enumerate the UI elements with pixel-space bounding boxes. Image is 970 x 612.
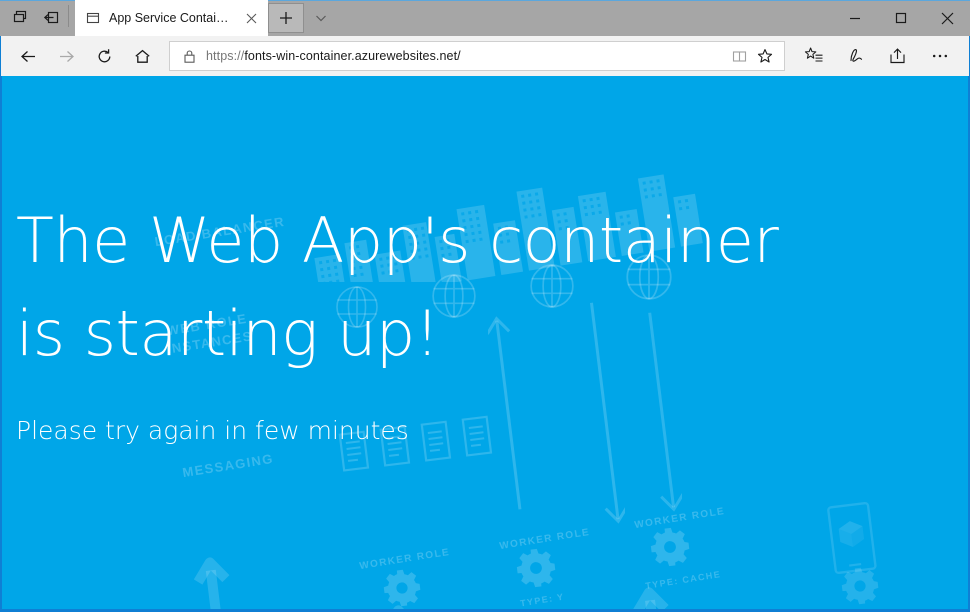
close-button[interactable]	[924, 0, 970, 36]
hero-content: The Web App's container is starting up! P…	[16, 76, 956, 609]
address-bar[interactable]: https://fonts-win-container.azurewebsite…	[169, 41, 785, 71]
share-icon[interactable]	[877, 39, 919, 73]
web-notes-icon[interactable]	[835, 39, 877, 73]
set-tabs-aside-icon[interactable]	[36, 3, 66, 33]
browser-window: App Service Container	[0, 0, 970, 612]
window-controls	[832, 0, 970, 36]
home-button[interactable]	[123, 39, 161, 73]
url-host-path: fonts-win-container.azurewebsites.net/	[244, 49, 460, 63]
reading-view-icon[interactable]	[726, 43, 752, 69]
show-set-aside-tabs-icon[interactable]	[6, 3, 36, 33]
hub-icon[interactable]	[793, 39, 835, 73]
title-bar: App Service Container	[0, 0, 970, 36]
minimize-button[interactable]	[832, 0, 878, 36]
tab-title: App Service Container	[109, 0, 232, 36]
page-viewport: LOAD BALANCER WEB ROLE INSTANCES MESSAGI…	[0, 76, 970, 612]
maximize-button[interactable]	[878, 0, 924, 36]
new-tab-button[interactable]	[268, 3, 304, 33]
tab-tools	[0, 0, 75, 36]
settings-icon[interactable]	[919, 39, 961, 73]
refresh-button[interactable]	[85, 39, 123, 73]
chevron-down-icon[interactable]	[304, 3, 338, 33]
navigation-toolbar: https://fonts-win-container.azurewebsite…	[0, 36, 970, 76]
page-heading-line1: The Web App's container	[16, 204, 778, 277]
tab-app-service-container[interactable]: App Service Container	[75, 0, 268, 36]
url-scheme: https://	[206, 49, 244, 63]
azure-container-startup-page: LOAD BALANCER WEB ROLE INSTANCES MESSAGI…	[2, 76, 968, 609]
tab-tools-divider	[68, 5, 69, 27]
page-heading: The Web App's container is starting up!	[16, 194, 956, 380]
tab-favicon-icon	[85, 10, 101, 26]
page-subtitle: Please try again in few minutes	[16, 416, 956, 445]
back-button[interactable]	[9, 39, 47, 73]
address-input[interactable]: https://fonts-win-container.azurewebsite…	[198, 49, 726, 63]
favorite-star-icon[interactable]	[752, 43, 778, 69]
forward-button[interactable]	[47, 39, 85, 73]
close-icon[interactable]	[240, 7, 262, 29]
tab-strip: App Service Container	[75, 0, 832, 36]
lock-icon	[180, 49, 198, 64]
page-heading-line2: is starting up!	[16, 297, 439, 370]
